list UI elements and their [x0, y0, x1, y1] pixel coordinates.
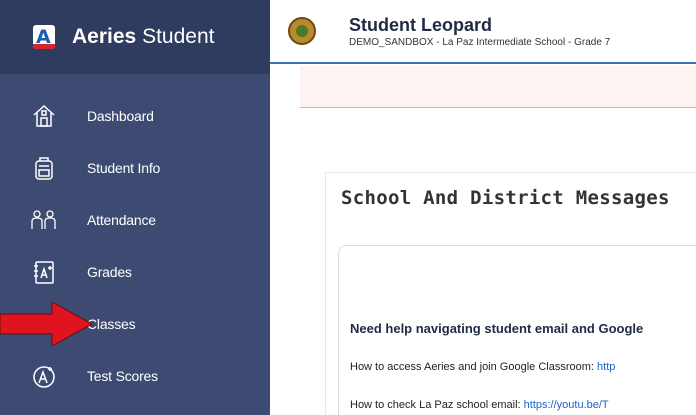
app-root: A Aeries Student Dashboard Student Info [0, 0, 696, 415]
section-title: School And District Messages [341, 187, 670, 209]
sidebar-item-label: Grades [87, 264, 132, 280]
message-link[interactable]: https://youtu.be/T [524, 399, 609, 411]
backpack-icon [30, 154, 58, 182]
sidebar-item-label: Student Info [87, 160, 161, 176]
message-text: How to check La Paz school email: [350, 399, 524, 411]
student-name: Student Leopard [349, 14, 492, 35]
test-scores-icon [30, 362, 58, 390]
alert-strip [300, 66, 696, 108]
message-line: How to check La Paz school email: https:… [350, 399, 609, 411]
message-text: How to access Aeries and join Google Cla… [350, 361, 598, 373]
message-link[interactable]: http [597, 361, 615, 373]
home-icon [30, 102, 58, 130]
sidebar-nav: Dashboard Student Info Attendance Grades [0, 90, 270, 402]
sidebar-item-attendance[interactable]: Attendance [0, 194, 270, 246]
people-icon [30, 206, 58, 234]
brand-bar[interactable]: A Aeries Student [0, 0, 270, 74]
brand-name-bold: Aeries [72, 25, 137, 48]
sidebar-item-label: Classes [87, 316, 136, 332]
sidebar-item-dashboard[interactable]: Dashboard [0, 90, 270, 142]
sidebar-item-student-info[interactable]: Student Info [0, 142, 270, 194]
student-info-block[interactable]: Student Leopard DEMO_SANDBOX - La Paz In… [349, 15, 610, 48]
sidebar-item-label: Test Scores [87, 368, 158, 384]
messages-panel: School And District Messages [325, 172, 696, 415]
sidebar-item-grades[interactable]: Grades [0, 246, 270, 298]
sidebar: A Aeries Student Dashboard Student Info [0, 0, 270, 415]
brand-title: Aeries Student [72, 25, 214, 49]
message-heading: Need help navigating student email and G… [350, 321, 644, 336]
sidebar-item-test-scores[interactable]: Test Scores [0, 350, 270, 402]
sidebar-item-label: Attendance [87, 212, 156, 228]
student-school-grade: DEMO_SANDBOX - La Paz Intermediate Schoo… [349, 36, 611, 48]
school-mascot-icon [288, 17, 316, 45]
brand-name-light: Student [142, 25, 215, 48]
sidebar-item-label: Dashboard [87, 108, 154, 124]
message-line: How to access Aeries and join Google Cla… [350, 361, 615, 373]
aeries-logo-icon: A [33, 25, 55, 49]
red-pointer-arrow-icon [0, 302, 92, 346]
gradebook-icon [30, 258, 58, 286]
student-header: Student Leopard DEMO_SANDBOX - La Paz In… [270, 0, 696, 64]
